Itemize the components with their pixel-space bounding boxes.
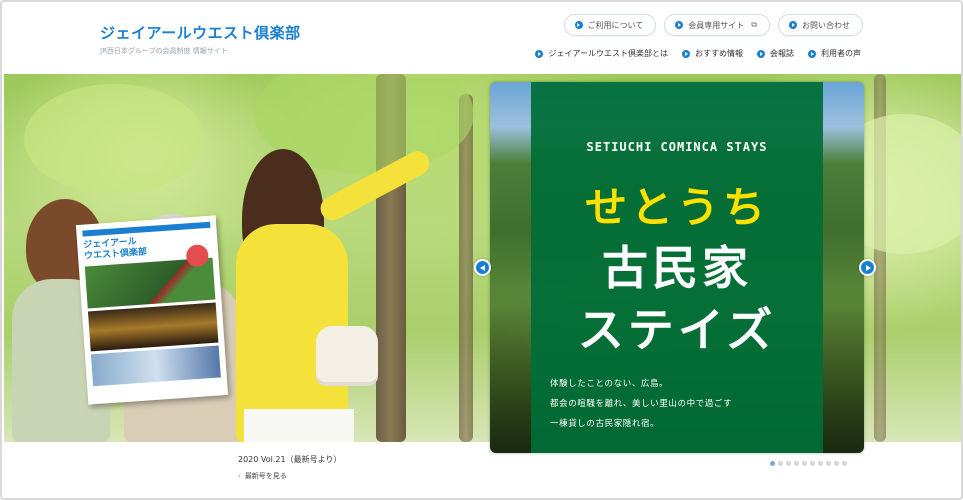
slide-description: 体験したことのない、広島。 都会の喧騒を離れ、美しい里山の中で過ごす 一棟貸しの… bbox=[550, 374, 810, 434]
slide-desc-line: 体験したことのない、広島。 bbox=[550, 379, 669, 389]
arrow-right-icon bbox=[682, 49, 690, 58]
slide-title-line2: ステイズ bbox=[577, 303, 777, 357]
contact-button[interactable]: お問い合わせ bbox=[778, 14, 863, 36]
magazine-photo-station bbox=[90, 345, 221, 387]
slide-desc-line: 都会の喧騒を離れ、美しい里山の中で過ごす bbox=[550, 399, 733, 409]
external-link-icon: ⧉ bbox=[751, 20, 757, 29]
carousel-dot[interactable] bbox=[834, 461, 839, 466]
magazine-cover[interactable]: ジェイアール ウエスト倶楽部 bbox=[75, 215, 229, 405]
carousel-slide[interactable]: SETIUCHI COMINCA STAYS せとうち 古民家 ステイズ 体験し… bbox=[490, 82, 864, 453]
carousel-dot[interactable] bbox=[810, 461, 815, 466]
nav-label-magazine: 会報誌 bbox=[770, 49, 794, 58]
slide-desc-line: 一棟貸しの古民家隠れ宿。 bbox=[550, 419, 660, 429]
carousel-dot[interactable] bbox=[794, 461, 799, 466]
carousel-dot[interactable] bbox=[778, 461, 783, 466]
foliage bbox=[24, 84, 204, 194]
handbag bbox=[316, 326, 378, 386]
nav-label-voices: 利用者の声 bbox=[821, 49, 861, 58]
arrow-right-icon bbox=[808, 49, 816, 58]
logo-subtitle: JR西日本グループの会員制度 情報サイト bbox=[100, 47, 228, 55]
nav-item-magazine[interactable]: 会報誌 bbox=[757, 48, 794, 59]
latest-issue-label: 最新号を見る bbox=[244, 472, 287, 480]
arrow-right-icon bbox=[574, 21, 583, 29]
magazine-caption: 2020 Vol.21（最新号より） › 最新号を見る bbox=[238, 454, 341, 481]
latest-issue-link[interactable]: › 最新号を見る bbox=[238, 471, 341, 481]
arrow-right-icon bbox=[535, 49, 544, 58]
carousel-dot[interactable] bbox=[818, 461, 823, 466]
nav-label-recommend: おすすめ情報 bbox=[695, 49, 743, 58]
arrow-right-icon bbox=[757, 49, 765, 58]
carousel-dot[interactable] bbox=[786, 461, 791, 466]
usage-info-label: ご利用について bbox=[587, 20, 644, 30]
arrow-right-icon bbox=[789, 21, 797, 29]
slide-title-line1: 古民家 bbox=[602, 241, 752, 295]
carousel-dot[interactable] bbox=[826, 461, 831, 466]
logo-title[interactable]: ジェイアールウエスト倶楽部 bbox=[100, 22, 301, 43]
member-site-button[interactable]: 会員専用サイト ⧉ bbox=[664, 14, 770, 36]
nav-item-voices[interactable]: 利用者の声 bbox=[808, 48, 861, 59]
nav-item-about[interactable]: ジェイアールウエスト倶楽部とは bbox=[535, 48, 668, 59]
magazine-volume: 2020 Vol.21（最新号より） bbox=[238, 455, 342, 464]
nav-item-recommend[interactable]: おすすめ情報 bbox=[682, 48, 743, 59]
page-frame: ジェイアールウエスト倶楽部 JR西日本グループの会員制度 情報サイト ご利用につ… bbox=[0, 0, 963, 500]
carousel-dot[interactable] bbox=[770, 461, 775, 466]
slide-title-yellow: せとうち bbox=[584, 183, 769, 232]
usage-info-button[interactable]: ご利用について bbox=[563, 14, 657, 36]
carousel-prev-button[interactable] bbox=[474, 259, 491, 276]
white-pants bbox=[244, 409, 354, 442]
magazine-photo-house bbox=[87, 302, 219, 352]
chevron-right-icon: › bbox=[238, 472, 241, 480]
global-nav: ジェイアールウエスト倶楽部とは おすすめ情報 会報誌 利用者の声 bbox=[535, 48, 861, 59]
carousel-dot[interactable] bbox=[842, 461, 847, 466]
tree-trunk bbox=[459, 94, 473, 442]
site-logo[interactable]: ジェイアールウエスト倶楽部 JR西日本グループの会員制度 情報サイト bbox=[100, 22, 301, 56]
carousel-next-button[interactable] bbox=[859, 259, 876, 276]
carousel-pagination bbox=[770, 461, 847, 466]
arrow-right-icon bbox=[675, 21, 684, 29]
contact-label: お問い合わせ bbox=[802, 20, 850, 30]
nav-label-about: ジェイアールウエスト倶楽部とは bbox=[548, 49, 668, 58]
member-site-label: 会員専用サイト bbox=[688, 20, 745, 30]
carousel-dot[interactable] bbox=[802, 461, 807, 466]
utility-links: ご利用について 会員専用サイト ⧉ お問い合わせ bbox=[563, 14, 863, 36]
slide-english-title: SETIUCHI COMINCA STAYS bbox=[586, 140, 768, 154]
